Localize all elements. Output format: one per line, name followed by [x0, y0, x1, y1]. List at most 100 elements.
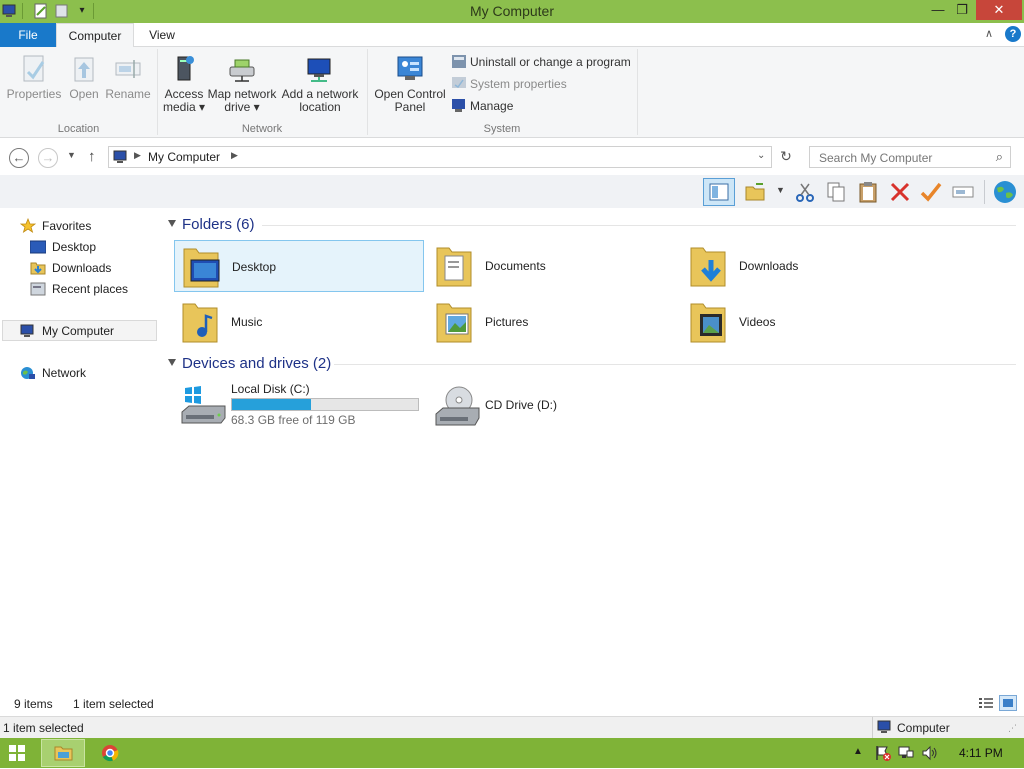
open-label: Open	[69, 87, 99, 101]
status-bar: 9 items 1 item selected	[0, 694, 1024, 714]
restore-button[interactable]: ❐	[948, 0, 976, 20]
desktop-folder-icon	[180, 243, 222, 291]
help-icon[interactable]: ?	[1005, 26, 1021, 42]
folder-tile-music[interactable]: Music	[174, 296, 424, 348]
show-hidden-icons-icon[interactable]: ▲	[853, 746, 863, 757]
new-folder-dropdown-icon[interactable]: ▼	[776, 185, 785, 195]
manage-button[interactable]: Manage	[452, 98, 513, 116]
tiles-view-icon[interactable]	[999, 695, 1017, 711]
map-network-drive-button[interactable]: Map network drive ▾	[206, 54, 278, 114]
open-control-panel-label-2: Panel	[394, 100, 426, 114]
tab-file[interactable]: File	[0, 23, 56, 47]
globe-icon[interactable]	[992, 179, 1018, 205]
drive-name: CD Drive (D:)	[485, 398, 557, 412]
navigation-pane: Favorites Desktop Downloads Recent place…	[0, 208, 160, 714]
group-label-location: Location	[57, 123, 100, 135]
computer-icon	[113, 150, 129, 167]
nav-item-downloads[interactable]: Downloads	[30, 258, 111, 278]
address-bar[interactable]: ▶ My Computer ▶ ⌄	[108, 146, 772, 168]
search-placeholder: Search My Computer	[819, 151, 933, 165]
windows-start-icon[interactable]	[9, 745, 25, 764]
map-network-drive-label-2: drive ▾	[224, 100, 260, 114]
paste-icon[interactable]	[857, 181, 879, 203]
action-center-icon[interactable]	[875, 745, 891, 764]
drive-tile-local-disk[interactable]: Local Disk (C:) 68.3 GB free of 119 GB	[174, 380, 424, 430]
ribbon-separator	[637, 49, 638, 135]
taskbar-explorer-button[interactable]	[41, 739, 85, 767]
breadcrumb-chevron-icon[interactable]: ▶	[231, 150, 238, 161]
rename-label: Rename	[105, 87, 151, 101]
nav-item-my-computer[interactable]: My Computer	[20, 321, 114, 341]
drive-tile-cd-drive[interactable]: CD Drive (D:)	[428, 380, 678, 430]
open-icon	[69, 54, 99, 84]
cd-drive-icon	[433, 382, 480, 430]
nav-item-recent-places[interactable]: Recent places	[30, 279, 128, 299]
nav-item-network[interactable]: Network	[20, 363, 86, 383]
new-folder-icon[interactable]	[744, 181, 766, 203]
nav-label: Network	[42, 366, 87, 380]
back-button[interactable]: ←	[9, 148, 29, 168]
recent-locations-icon[interactable]: ▼	[67, 150, 76, 160]
window-title: My Computer	[469, 3, 555, 19]
media-server-icon	[169, 54, 199, 84]
cut-icon[interactable]	[794, 181, 816, 203]
section-divider	[334, 364, 1016, 365]
documents-folder-icon	[433, 242, 475, 290]
resize-grip-icon[interactable]: ⋰	[1008, 723, 1017, 734]
chrome-icon[interactable]	[101, 744, 119, 765]
tab-view[interactable]: View	[138, 23, 186, 47]
folders-section-header[interactable]: Folders (6)	[168, 216, 255, 233]
folder-name: Pictures	[485, 315, 529, 329]
search-input[interactable]: Search My Computer ⌕	[809, 146, 1011, 168]
star-icon	[19, 217, 37, 233]
tab-computer[interactable]: Computer	[56, 23, 134, 48]
drives-header-label: Devices and drives (2)	[182, 355, 332, 372]
music-folder-icon	[179, 298, 221, 346]
collapse-ribbon-icon[interactable]: ∧	[985, 27, 993, 40]
properties-button[interactable]: Properties	[6, 54, 62, 101]
open-button[interactable]: Open	[65, 54, 103, 101]
uninstall-program-button[interactable]: Uninstall or change a program	[452, 54, 631, 72]
delete-icon[interactable]	[889, 181, 911, 203]
breadcrumb-my-computer[interactable]: My Computer	[148, 150, 220, 164]
folder-tile-desktop[interactable]: Desktop	[174, 240, 424, 292]
taskbar-clock[interactable]: 4:11 PM	[959, 746, 1003, 760]
folder-tile-videos[interactable]: Videos	[682, 296, 932, 348]
manage-icon	[452, 99, 466, 112]
rename-toolbar-icon[interactable]	[952, 181, 974, 203]
drive-usage-bar	[231, 398, 419, 411]
network-drive-icon	[227, 54, 257, 84]
system-properties-icon	[452, 77, 466, 90]
folder-tile-pictures[interactable]: Pictures	[428, 296, 678, 348]
folder-tile-documents[interactable]: Documents	[428, 240, 678, 292]
folder-name: Desktop	[232, 260, 277, 274]
add-network-location-button[interactable]: Add a network location	[280, 54, 360, 114]
nav-item-desktop[interactable]: Desktop	[29, 237, 96, 257]
up-button[interactable]: ↑	[88, 148, 96, 165]
details-view-icon[interactable]	[978, 696, 994, 713]
folder-tile-downloads[interactable]: Downloads	[682, 240, 932, 292]
drives-section-header[interactable]: Devices and drives (2)	[168, 355, 331, 372]
copy-icon[interactable]	[825, 181, 847, 203]
nav-item-favorites[interactable]: Favorites	[19, 216, 91, 236]
search-icon[interactable]: ⌕	[996, 149, 1003, 165]
desktop-icon	[29, 240, 47, 254]
access-media-button[interactable]: Access media ▾	[162, 54, 206, 114]
group-label-network: Network	[241, 123, 283, 135]
rename-button[interactable]: Rename	[104, 54, 152, 101]
breadcrumb-chevron-icon[interactable]: ▶	[134, 150, 141, 161]
checkmark-icon[interactable]	[920, 181, 942, 203]
close-button[interactable]: ✕	[976, 0, 1022, 20]
ribbon: Properties Open Rename Location Access m…	[0, 47, 1024, 138]
forward-button[interactable]: →	[38, 148, 58, 168]
nav-label: Downloads	[52, 261, 112, 275]
collapse-chevron-icon	[168, 359, 176, 366]
open-control-panel-button[interactable]: Open Control Panel	[372, 54, 448, 114]
preview-pane-button[interactable]	[703, 178, 735, 206]
volume-icon[interactable]	[921, 745, 939, 764]
refresh-icon[interactable]: ↻	[776, 148, 796, 166]
system-properties-button[interactable]: System properties	[452, 76, 567, 94]
network-status-icon[interactable]	[898, 745, 914, 764]
downloads-folder-icon	[687, 242, 729, 290]
address-dropdown-icon[interactable]: ⌄	[757, 150, 765, 161]
